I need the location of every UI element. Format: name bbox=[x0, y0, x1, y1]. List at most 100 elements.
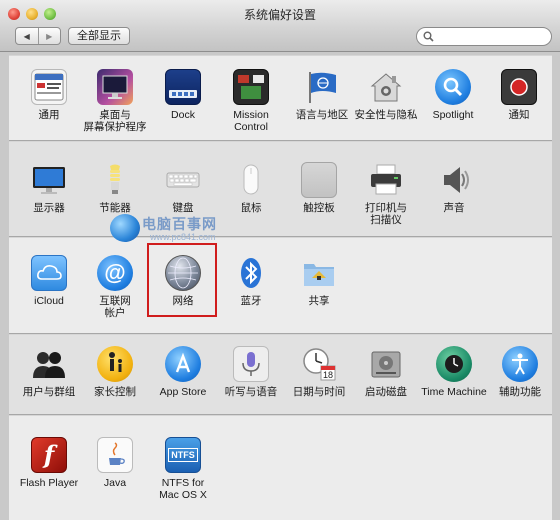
at-sign-icon: @ bbox=[97, 255, 133, 291]
parental-controls-icon bbox=[97, 346, 133, 382]
watermark: 电脑百事网 www.pc841.com bbox=[110, 212, 250, 246]
pref-parental-controls[interactable]: 家长控制 bbox=[80, 346, 150, 398]
watermark-url: www.pc841.com bbox=[150, 232, 216, 242]
clock-calendar-icon: 18 bbox=[301, 346, 337, 382]
show-all-button[interactable]: 全部显示 bbox=[68, 27, 130, 45]
pref-accessibility[interactable]: 辅助功能 bbox=[485, 346, 555, 398]
sharing-folder-icon bbox=[301, 255, 337, 291]
pref-dictation[interactable]: 听写与语音 bbox=[216, 346, 286, 398]
pref-label: Mission Control bbox=[233, 109, 269, 133]
pref-users[interactable]: 用户与群组 bbox=[14, 346, 84, 398]
pref-mission-control[interactable]: Mission Control bbox=[216, 69, 286, 133]
pref-icloud[interactable]: iCloud bbox=[14, 255, 84, 307]
search-icon bbox=[423, 31, 434, 42]
pref-label: 声音 bbox=[443, 202, 465, 214]
pref-label: 互联网 帐户 bbox=[99, 295, 131, 319]
pref-sound[interactable]: 声音 bbox=[419, 162, 489, 214]
pref-label: 蓝牙 bbox=[240, 295, 262, 307]
pref-time-machine[interactable]: Time Machine bbox=[419, 346, 489, 398]
pref-energy[interactable]: 节能器 bbox=[80, 162, 150, 214]
pref-security[interactable]: 安全性与隐私 bbox=[351, 69, 421, 121]
pref-general[interactable]: 通用 bbox=[14, 69, 84, 121]
pref-label: Spotlight bbox=[432, 109, 474, 121]
printer-icon bbox=[368, 162, 404, 198]
icloud-icon bbox=[31, 255, 67, 291]
keyboard-icon bbox=[165, 162, 201, 198]
pref-date-time[interactable]: 18 日期与时间 bbox=[284, 346, 354, 398]
pref-label: 触控板 bbox=[303, 202, 335, 214]
pref-printers[interactable]: 打印机与 扫描仪 bbox=[351, 162, 421, 226]
forward-button[interactable]: ▶ bbox=[37, 28, 61, 44]
pref-internet-accounts[interactable]: @ 互联网 帐户 bbox=[80, 255, 150, 319]
pref-label: 启动磁盘 bbox=[365, 386, 407, 398]
app-store-icon bbox=[165, 346, 201, 382]
security-house-icon bbox=[368, 69, 404, 105]
pref-displays[interactable]: 显示器 bbox=[14, 162, 84, 214]
speaker-icon bbox=[436, 162, 472, 198]
pref-notifications[interactable]: 通知 bbox=[484, 69, 554, 121]
preferences-content: 通用 桌面与 屏幕保护程序 Dock Mission Control 语言与地区 bbox=[9, 55, 552, 520]
pref-dock[interactable]: Dock bbox=[148, 69, 218, 121]
watermark-text: 电脑百事网 bbox=[142, 216, 217, 232]
ntfs-icon: NTFS bbox=[165, 437, 201, 473]
pref-keyboard[interactable]: 键盘 bbox=[148, 162, 218, 214]
spotlight-icon bbox=[435, 69, 471, 105]
display-icon bbox=[31, 162, 67, 198]
general-icon bbox=[31, 69, 67, 105]
pref-java[interactable]: Java bbox=[80, 437, 150, 489]
dock-icon bbox=[165, 69, 201, 105]
bluetooth-icon bbox=[233, 255, 269, 291]
back-button[interactable]: ◀ bbox=[16, 28, 38, 44]
pref-label: 语言与地区 bbox=[295, 109, 349, 121]
pref-language[interactable]: 语言与地区 bbox=[287, 69, 357, 121]
pref-label: 打印机与 扫描仪 bbox=[365, 202, 407, 226]
search-input[interactable] bbox=[435, 30, 545, 43]
hard-disk-icon bbox=[368, 346, 404, 382]
pref-flash-player[interactable]: f Flash Player bbox=[14, 437, 84, 489]
pref-startup-disk[interactable]: 启动磁盘 bbox=[351, 346, 421, 398]
pref-label: Dock bbox=[171, 109, 195, 121]
pref-label: 共享 bbox=[308, 295, 330, 307]
pref-label: 通用 bbox=[38, 109, 60, 121]
pref-sharing[interactable]: 共享 bbox=[284, 255, 354, 307]
pref-desktop[interactable]: 桌面与 屏幕保护程序 bbox=[80, 69, 150, 133]
search-field[interactable] bbox=[416, 27, 552, 46]
pref-label: Java bbox=[103, 477, 127, 489]
pref-mouse[interactable]: 鼠标 bbox=[216, 162, 286, 214]
pref-spotlight[interactable]: Spotlight bbox=[418, 69, 488, 121]
pref-app-store[interactable]: App Store bbox=[148, 346, 218, 398]
pref-label: 辅助功能 bbox=[499, 386, 541, 398]
notifications-icon bbox=[501, 69, 537, 105]
pref-label: Time Machine bbox=[421, 386, 487, 398]
title-bar: 系统偏好设置 ◀ ▶ 全部显示 bbox=[0, 0, 560, 52]
mouse-icon bbox=[233, 162, 269, 198]
back-forward-group: ◀ ▶ bbox=[15, 27, 61, 45]
section-system: 用户与群组 家长控制 App Store 听写与语音 18 日期与时间 启动磁盘… bbox=[9, 334, 552, 415]
users-icon bbox=[31, 346, 67, 382]
pref-bluetooth[interactable]: 蓝牙 bbox=[216, 255, 286, 307]
flash-icon: f bbox=[31, 437, 67, 473]
pref-label: 日期与时间 bbox=[292, 386, 346, 398]
pref-ntfs[interactable]: NTFS NTFS for Mac OS X bbox=[148, 437, 218, 501]
pref-label: 显示器 bbox=[33, 202, 65, 214]
java-icon bbox=[97, 437, 133, 473]
mission-control-icon bbox=[233, 69, 269, 105]
language-flag-icon bbox=[304, 69, 340, 105]
desktop-icon bbox=[97, 69, 133, 105]
section-other: f Flash Player Java NTFS NTFS for Mac OS… bbox=[9, 415, 552, 520]
section-hardware: 显示器 节能器 键盘 鼠标 触控板 打印机与 扫描仪 声音 bbox=[9, 141, 552, 237]
trackpad-icon bbox=[301, 162, 337, 198]
pref-label: 家长控制 bbox=[94, 386, 136, 398]
lightbulb-icon bbox=[97, 162, 133, 198]
pref-label: Flash Player bbox=[19, 477, 79, 489]
watermark-logo bbox=[110, 214, 140, 242]
pref-trackpad[interactable]: 触控板 bbox=[284, 162, 354, 214]
ntfs-icon-text: NTFS bbox=[168, 448, 198, 462]
pref-label: App Store bbox=[159, 386, 207, 398]
window-title: 系统偏好设置 bbox=[243, 8, 316, 22]
pref-label: NTFS for Mac OS X bbox=[159, 477, 207, 501]
accessibility-icon bbox=[502, 346, 538, 382]
pref-label: 用户与群组 bbox=[22, 386, 76, 398]
time-machine-icon bbox=[436, 346, 472, 382]
section-internet: iCloud @ 互联网 帐户 网络 蓝牙 共享 bbox=[9, 237, 552, 334]
